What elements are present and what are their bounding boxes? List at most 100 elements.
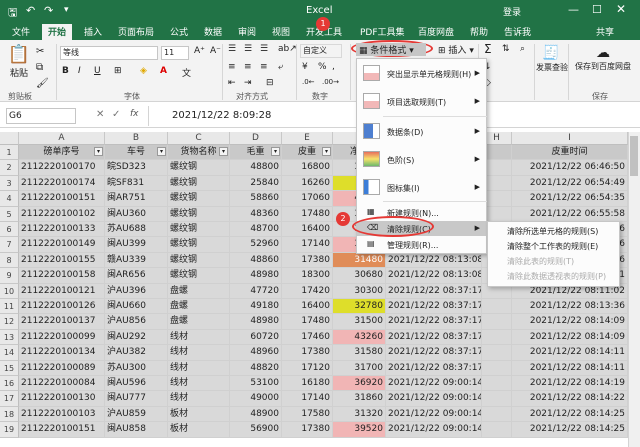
table-cell[interactable]: 17140: [282, 391, 333, 407]
header-cell[interactable]: 货物名称 ▾: [168, 145, 230, 161]
menu-item-manage-rules[interactable]: ▤ 管理规则(R)...: [357, 237, 486, 252]
tab-insert[interactable]: 插入: [84, 25, 102, 38]
row-header[interactable]: 18: [0, 406, 19, 423]
table-cell[interactable]: 31500: [333, 314, 386, 330]
column-header-d[interactable]: D: [230, 132, 282, 145]
confirm-entry-icon[interactable]: ✓: [112, 109, 120, 120]
table-cell[interactable]: 2112220100103: [19, 406, 105, 423]
table-cell[interactable]: 螺纹钢: [168, 222, 230, 238]
table-cell[interactable]: 17380: [282, 345, 333, 361]
table-cell[interactable]: 18300: [282, 268, 333, 284]
table-cell[interactable]: 盘螺: [168, 283, 230, 299]
row-header[interactable]: 10: [0, 283, 19, 299]
table-cell[interactable]: [482, 422, 512, 438]
table-cell[interactable]: 17120: [282, 360, 333, 376]
table-cell[interactable]: 赣AU339: [105, 252, 168, 269]
table-cell[interactable]: 沪AU382: [105, 345, 168, 361]
table-cell[interactable]: 2112220100137: [19, 314, 105, 330]
table-cell[interactable]: 43260: [333, 329, 386, 346]
table-cell[interactable]: 2112220100158: [19, 268, 105, 284]
row-header[interactable]: 5: [0, 206, 19, 222]
table-cell[interactable]: 48960: [230, 345, 282, 361]
table-cell[interactable]: 31320: [333, 406, 386, 423]
table-cell[interactable]: 板材: [168, 422, 230, 438]
table-cell[interactable]: 闽AU292: [105, 329, 168, 346]
increase-decimal-icon[interactable]: .0←: [302, 78, 315, 86]
table-cell[interactable]: 2021/12/22 08:37:17: [386, 360, 482, 376]
table-cell[interactable]: 49180: [230, 299, 282, 315]
table-cell[interactable]: 48980: [230, 314, 282, 330]
table-cell[interactable]: 2112220100149: [19, 237, 105, 253]
tab-home[interactable]: 开始: [42, 24, 73, 40]
paste-button[interactable]: 📋 粘贴: [6, 44, 32, 80]
table-cell[interactable]: 17140: [282, 237, 333, 253]
menu-item-icon-sets[interactable]: 图标集(I) ▶: [357, 175, 486, 199]
formula-input[interactable]: 2021/12/22 8:09:28: [172, 110, 271, 121]
tab-formulas[interactable]: 公式: [170, 25, 188, 38]
table-cell[interactable]: 皖SF831: [105, 175, 168, 192]
table-cell[interactable]: 闽AU360: [105, 206, 168, 222]
table-cell[interactable]: 2112220100174: [19, 175, 105, 192]
table-cell[interactable]: 线材: [168, 345, 230, 361]
table-cell[interactable]: 2021/12/22 08:37:17: [386, 345, 482, 361]
table-cell[interactable]: 苏AU300: [105, 360, 168, 376]
table-cell[interactable]: [482, 329, 512, 346]
table-cell[interactable]: 2021/12/22 09:00:14: [386, 406, 482, 423]
table-cell[interactable]: [482, 376, 512, 392]
table-cell[interactable]: 螺纹钢: [168, 160, 230, 176]
save-to-baidu-button[interactable]: ☁ 保存到百度网盘: [570, 44, 636, 72]
table-cell[interactable]: 2021/12/22 08:14:25: [512, 406, 628, 423]
row-header[interactable]: 15: [0, 360, 19, 376]
table-cell[interactable]: 2112220100099: [19, 329, 105, 346]
fill-color-icon[interactable]: ◈: [140, 66, 147, 76]
table-cell[interactable]: 2112220100133: [19, 222, 105, 238]
table-cell[interactable]: 闽AU660: [105, 299, 168, 315]
table-cell[interactable]: 2021/12/22 08:13:08: [386, 252, 482, 269]
table-cell[interactable]: [482, 299, 512, 315]
table-cell[interactable]: 2021/12/22 08:37:17: [386, 314, 482, 330]
table-cell[interactable]: 2112220100130: [19, 391, 105, 407]
table-cell[interactable]: 2021/12/22 08:14:11: [512, 360, 628, 376]
orientation-icon[interactable]: ab↗: [278, 44, 297, 54]
table-cell[interactable]: 48900: [230, 406, 282, 423]
table-cell[interactable]: 2021/12/22 08:14:25: [512, 422, 628, 438]
table-cell[interactable]: 17480: [282, 314, 333, 330]
table-cell[interactable]: 闽AU399: [105, 237, 168, 253]
table-cell[interactable]: 2021/12/22 06:54:35: [512, 191, 628, 207]
table-cell[interactable]: [482, 360, 512, 376]
font-name-dropdown[interactable]: 等线: [60, 46, 158, 60]
close-icon[interactable]: ✕: [616, 2, 626, 16]
table-cell[interactable]: 螺纹钢: [168, 252, 230, 269]
table-cell[interactable]: [482, 345, 512, 361]
row-header[interactable]: 2: [0, 160, 19, 176]
align-left-icon[interactable]: ≡: [228, 62, 236, 72]
table-cell[interactable]: 48700: [230, 222, 282, 238]
table-cell[interactable]: 36920: [333, 376, 386, 392]
table-cell[interactable]: 49000: [230, 391, 282, 407]
header-cell[interactable]: 毛重 ▾: [230, 145, 282, 161]
row-header[interactable]: 3: [0, 175, 19, 192]
share-button[interactable]: 共享: [596, 25, 614, 38]
table-cell[interactable]: 2021/12/22 09:00:14: [386, 391, 482, 407]
table-cell[interactable]: 39520: [333, 422, 386, 438]
row-header[interactable]: 19: [0, 422, 19, 438]
align-center-icon[interactable]: ≡: [244, 62, 252, 72]
italic-icon[interactable]: I: [78, 66, 81, 76]
table-cell[interactable]: 板材: [168, 406, 230, 423]
table-cell[interactable]: 16400: [282, 299, 333, 315]
table-cell[interactable]: 17420: [282, 283, 333, 299]
table-cell[interactable]: 闽AR751: [105, 191, 168, 207]
table-cell[interactable]: 17480: [282, 206, 333, 222]
tab-view[interactable]: 视图: [272, 25, 290, 38]
tab-help[interactable]: 帮助: [470, 25, 488, 38]
table-cell[interactable]: 17380: [282, 422, 333, 438]
undo-icon[interactable]: ↶: [26, 4, 35, 17]
table-cell[interactable]: 螺纹钢: [168, 206, 230, 222]
header-cell[interactable]: 磅单序号 ▾: [19, 145, 105, 161]
phonetic-icon[interactable]: 文: [182, 66, 191, 79]
table-cell[interactable]: 48800: [230, 160, 282, 176]
row-header[interactable]: 12: [0, 314, 19, 330]
wrap-text-icon[interactable]: ⤶: [278, 62, 283, 72]
align-bottom-icon[interactable]: ☰: [260, 44, 268, 54]
table-cell[interactable]: 皖SD323: [105, 160, 168, 176]
